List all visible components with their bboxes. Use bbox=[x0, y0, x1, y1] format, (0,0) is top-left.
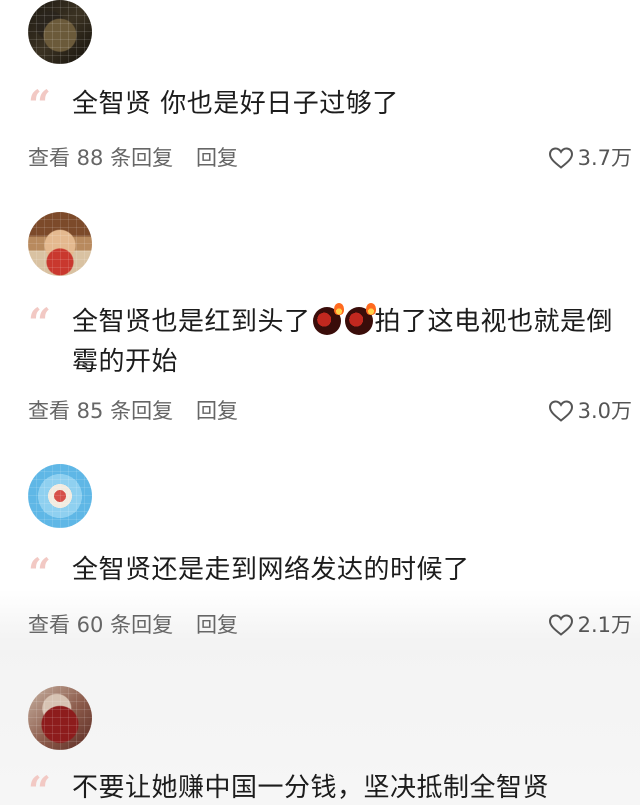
avatar[interactable] bbox=[28, 212, 92, 276]
heart-icon bbox=[548, 147, 573, 169]
quote-icon: “ bbox=[28, 300, 52, 347]
bomb-icon bbox=[344, 303, 376, 335]
comment-text[interactable]: 全智贤也是红到头了 拍了这电视也就是倒霉的开始 bbox=[72, 302, 632, 382]
like-button[interactable]: 3.7万 bbox=[548, 143, 632, 173]
comment-meta: 查看 85 条回复 回复 3.0万 bbox=[28, 396, 632, 426]
comment-meta: 查看 88 条回复 回复 3.7万 bbox=[28, 143, 632, 173]
avatar-mosaic bbox=[28, 0, 92, 64]
avatar-mosaic bbox=[28, 212, 92, 276]
avatar-mosaic bbox=[28, 464, 92, 528]
comment-list: “ 全智贤 你也是好日子过够了 查看 88 条回复 回复 3.7万 “ 全智贤也… bbox=[0, 0, 640, 805]
quote-icon: “ bbox=[28, 82, 52, 129]
heart-icon bbox=[548, 400, 573, 422]
reply-button[interactable]: 回复 bbox=[196, 396, 238, 426]
avatar[interactable] bbox=[28, 686, 92, 750]
comment-text[interactable]: 全智贤还是走到网络发达的时候了 bbox=[72, 550, 632, 590]
avatar[interactable] bbox=[28, 464, 92, 528]
view-replies-link[interactable]: 查看 60 条回复 bbox=[28, 610, 173, 640]
quote-icon: “ bbox=[28, 768, 52, 805]
avatar[interactable] bbox=[28, 0, 92, 64]
like-count: 3.0万 bbox=[577, 399, 632, 423]
comment-text-part: 不要让她赚中国一分钱，坚决抵制全智贤 bbox=[72, 773, 550, 803]
bomb-icon bbox=[312, 303, 344, 335]
comment-text[interactable]: 全智贤 你也是好日子过够了 bbox=[72, 84, 632, 124]
like-count: 2.1万 bbox=[577, 613, 632, 637]
comment-text-part: 全智贤还是走到网络发达的时候了 bbox=[72, 555, 470, 585]
avatar-mosaic bbox=[28, 686, 92, 750]
reply-button[interactable]: 回复 bbox=[196, 610, 238, 640]
like-count: 3.7万 bbox=[577, 146, 632, 170]
comment-text-part: 全智贤 你也是好日子过够了 bbox=[72, 89, 399, 119]
comment-text-part: 全智贤也是红到头了 bbox=[72, 307, 311, 337]
quote-icon: “ bbox=[28, 550, 52, 597]
like-button[interactable]: 3.0万 bbox=[548, 396, 632, 426]
view-replies-link[interactable]: 查看 85 条回复 bbox=[28, 396, 173, 426]
like-button[interactable]: 2.1万 bbox=[548, 610, 632, 640]
comment-text[interactable]: 不要让她赚中国一分钱，坚决抵制全智贤 bbox=[72, 768, 632, 805]
comment-meta: 查看 60 条回复 回复 2.1万 bbox=[28, 610, 632, 640]
reply-button[interactable]: 回复 bbox=[196, 143, 238, 173]
view-replies-link[interactable]: 查看 88 条回复 bbox=[28, 143, 173, 173]
heart-icon bbox=[548, 614, 573, 636]
